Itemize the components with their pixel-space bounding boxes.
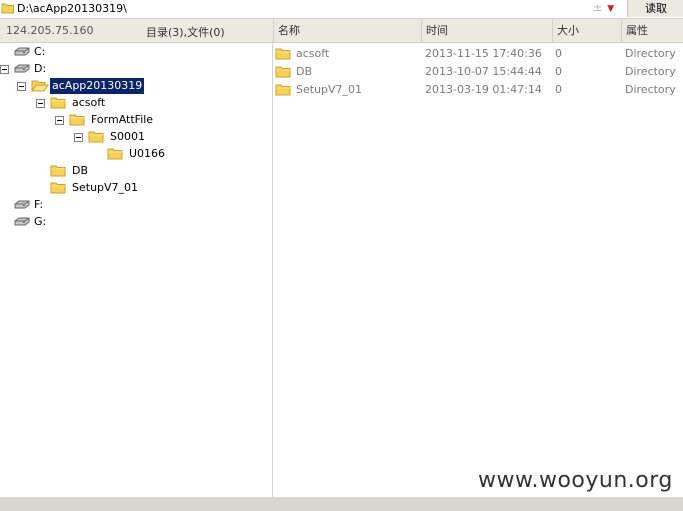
tree-item-db[interactable]: DB (50, 163, 90, 179)
file-attr: Directory (625, 83, 676, 96)
file-row[interactable]: acsoft 2013-11-15 17:40:36 0 Directory (273, 45, 683, 63)
tree-item-drive-f[interactable]: F: (13, 197, 45, 213)
folder-open-icon (31, 80, 49, 93)
directory-tree: C: D: acApp20130319 acsoft FormAttFile S… (0, 43, 272, 497)
read-button[interactable]: 读取 (627, 0, 683, 17)
file-name: acsoft (296, 47, 330, 60)
file-time: 2013-03-19 01:47:14 (425, 83, 542, 96)
tree-item-formattfile[interactable]: FormAttFile (69, 112, 155, 128)
tree-item-drive-c[interactable]: C: (13, 44, 47, 60)
file-name: SetupV7_01 (296, 83, 363, 96)
tree-label: D: (34, 62, 47, 75)
file-time: 2013-10-07 15:44:44 (425, 65, 542, 78)
file-time: 2013-11-15 17:40:36 (425, 47, 542, 60)
drive-icon (14, 47, 30, 56)
tree-item-s0001[interactable]: S0001 (88, 129, 147, 145)
path-input[interactable]: D:\acApp20130319\ (17, 2, 127, 15)
tree-label: U0166 (129, 147, 166, 160)
folder-icon (69, 114, 85, 126)
folder-icon (1, 2, 15, 17)
tree-label: FormAttFile (91, 113, 154, 126)
dir-file-counts: 目录(3),文件(0) (146, 26, 225, 39)
tree-item-acsoft[interactable]: acsoft (50, 95, 107, 111)
collapse-toggle[interactable] (0, 65, 9, 74)
folder-icon (50, 165, 66, 177)
file-size: 0 (555, 83, 562, 96)
tree-item-acapp20130319[interactable]: acApp20130319 (31, 78, 145, 94)
drive-icon (14, 217, 30, 226)
tree-label: C: (34, 45, 46, 58)
folder-icon (275, 66, 291, 78)
column-header-time[interactable]: 时间 (421, 19, 552, 42)
tree-item-drive-g[interactable]: G: (13, 214, 48, 230)
tree-label: F: (34, 198, 44, 211)
tree-label: G: (34, 215, 47, 228)
tree-label: S0001 (110, 130, 145, 143)
folder-icon (275, 84, 291, 96)
file-attr: Directory (625, 47, 676, 60)
column-header-name[interactable]: 名称 (273, 19, 424, 42)
folder-icon (88, 131, 104, 143)
folder-icon (275, 48, 291, 60)
tree-item-setupv7-01[interactable]: SetupV7_01 (50, 180, 140, 196)
drive-icon (14, 200, 30, 209)
collapse-toggle[interactable] (36, 99, 45, 108)
file-row[interactable]: SetupV7_01 2013-03-19 01:47:14 0 Directo… (273, 81, 683, 99)
collapse-toggle[interactable] (55, 116, 64, 125)
folder-icon (107, 148, 123, 160)
drive-icon (14, 64, 30, 73)
status-bar (0, 497, 683, 511)
file-size: 0 (555, 65, 562, 78)
tree-label: DB (72, 164, 89, 177)
path-bar: D:\acApp20130319\ ± ▼ 读取 (0, 0, 683, 19)
collapse-toggle[interactable] (74, 133, 83, 142)
tree-item-u0166[interactable]: U0166 (107, 146, 167, 162)
server-ip: 124.205.75.160 (6, 24, 94, 37)
expand-icon: ± (593, 1, 603, 14)
tree-item-drive-d[interactable]: D: (13, 61, 48, 77)
tree-label: acsoft (72, 96, 106, 109)
folder-icon (50, 97, 66, 109)
header-row: 124.205.75.160 目录(3),文件(0) 名称 时间 大小 属性 (0, 19, 683, 43)
file-name: DB (296, 65, 313, 78)
file-attr: Directory (625, 65, 676, 78)
folder-icon (50, 182, 66, 194)
file-list: acsoft 2013-11-15 17:40:36 0 Directory D… (273, 43, 683, 497)
chevron-down-icon: ▼ (607, 4, 615, 14)
collapse-toggle[interactable] (17, 82, 26, 91)
column-header-attr[interactable]: 属性 (621, 19, 683, 42)
watermark: www.wooyun.org (478, 468, 673, 493)
file-row[interactable]: DB 2013-10-07 15:44:44 0 Directory (273, 63, 683, 81)
tree-label-selected: acApp20130319 (50, 78, 145, 94)
path-dropdown[interactable]: ± ▼ (593, 1, 614, 14)
tree-label: SetupV7_01 (72, 181, 139, 194)
file-size: 0 (555, 47, 562, 60)
column-header-size[interactable]: 大小 (552, 19, 621, 42)
